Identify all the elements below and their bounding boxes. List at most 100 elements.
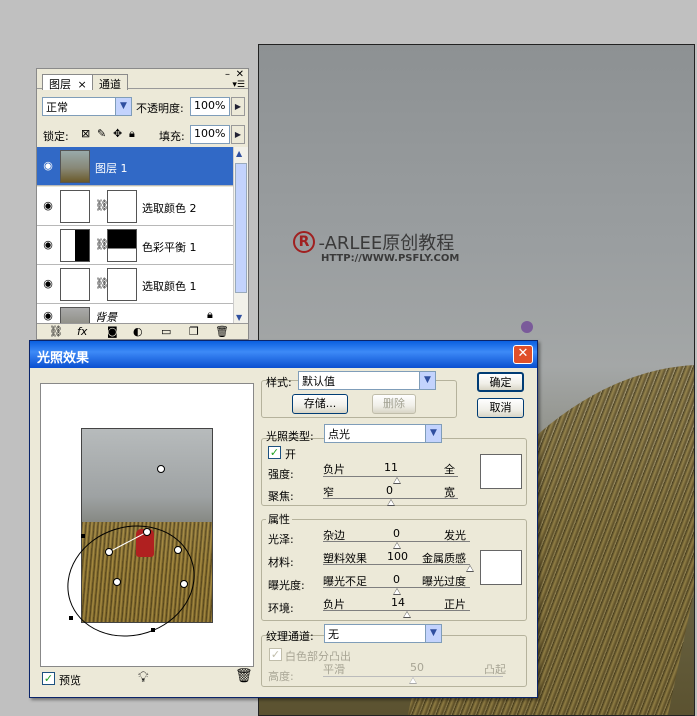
- ambience-slider-track[interactable]: [323, 610, 470, 611]
- material-slider-thumb[interactable]: [466, 565, 474, 572]
- ok-button[interactable]: 确定: [477, 372, 524, 392]
- panel-minimize-icon[interactable]: –: [225, 69, 230, 80]
- close-button[interactable]: ✕: [513, 345, 533, 364]
- eye-icon[interactable]: ◉: [40, 309, 56, 322]
- trash-icon[interactable]: 🗑︎: [215, 325, 229, 338]
- fill-arrow-icon[interactable]: ▶: [231, 125, 245, 144]
- fill-label: 填充:: [159, 130, 185, 143]
- bound-handle[interactable]: [69, 616, 73, 620]
- opacity-arrow-icon[interactable]: ▶: [231, 97, 245, 116]
- opacity-input[interactable]: 100%: [190, 97, 230, 116]
- scroll-down-icon[interactable]: ▼: [236, 313, 242, 322]
- panel-tabs: 图层 × 通道 – ✕ ▾☰: [37, 69, 248, 91]
- scroll-up-icon[interactable]: ▲: [236, 149, 242, 158]
- height-label: 高度:: [268, 670, 294, 683]
- eye-icon[interactable]: ◉: [40, 277, 56, 290]
- light-center-handle[interactable]: [143, 528, 151, 536]
- scroll-thumb[interactable]: [235, 163, 247, 293]
- texture-channel-select[interactable]: 无 ▼: [324, 624, 442, 643]
- eye-icon[interactable]: ◉: [40, 159, 56, 172]
- fx-icon[interactable]: fx: [77, 325, 87, 338]
- eye-icon[interactable]: ◉: [40, 199, 56, 212]
- exposure-slider-thumb[interactable]: [392, 588, 401, 595]
- intensity-min-label: 负片: [323, 463, 345, 476]
- ambience-slider-thumb[interactable]: [402, 611, 411, 618]
- gloss-value: 0: [393, 527, 400, 540]
- layer-row-layer1[interactable]: ◉ 图层 1: [37, 147, 235, 186]
- properties-label: 属性: [266, 511, 292, 527]
- material-slider-track[interactable]: [323, 564, 470, 565]
- color-balance-icon: [60, 229, 90, 262]
- new-layer-icon[interactable]: ❐: [189, 325, 199, 338]
- chevron-down-icon: ▼: [419, 372, 435, 389]
- light-source-handle[interactable]: [157, 465, 165, 473]
- watermark-url: HTTP://WWW.PSFLY.COM: [321, 253, 460, 264]
- height-value: 50: [410, 661, 424, 674]
- chevron-down-icon: ▼: [115, 98, 131, 115]
- layer-row-selective-color-1[interactable]: ◉ ⛓ 选取颜色 1: [37, 265, 235, 304]
- preview-label: 预览: [59, 674, 81, 687]
- light-on-checkbox[interactable]: ✓: [268, 446, 281, 459]
- height-slider-thumb[interactable]: [409, 677, 417, 684]
- focus-label: 聚焦:: [268, 490, 294, 503]
- add-mask-icon[interactable]: ◙: [107, 325, 118, 338]
- lock-all-icon[interactable]: 🔒︎: [129, 127, 135, 141]
- layer-row-selective-color-2[interactable]: ◉ ⛓ 选取颜色 2: [37, 187, 235, 226]
- light-type-select[interactable]: 点光 ▼: [324, 424, 442, 443]
- lock-move-icon[interactable]: ✥: [113, 127, 122, 140]
- adjustment-layer-icon[interactable]: ◐: [133, 325, 143, 338]
- lock-transparent-icon[interactable]: ⊠: [81, 127, 90, 140]
- light-bulb-icon[interactable]: 💡︎: [138, 668, 149, 686]
- intensity-slider-track[interactable]: [323, 476, 458, 477]
- link-layers-icon[interactable]: ⛓: [49, 325, 63, 338]
- preview-area[interactable]: [40, 383, 254, 667]
- white-high-checkbox[interactable]: ✓: [269, 648, 282, 661]
- tab-close-icon[interactable]: ×: [78, 78, 87, 91]
- bound-handle[interactable]: [81, 534, 85, 538]
- layer-thumbnail: [60, 307, 90, 323]
- chevron-down-icon: ▼: [425, 625, 441, 642]
- focus-value: 0: [386, 484, 393, 497]
- save-style-button[interactable]: 存储...: [292, 394, 348, 414]
- preview-checkbox[interactable]: ✓: [42, 672, 55, 685]
- adjustment-icon: [60, 268, 90, 301]
- light-color-swatch[interactable]: [480, 454, 522, 489]
- focus-slider-thumb[interactable]: [386, 499, 395, 506]
- lock-brush-icon[interactable]: ✎: [97, 127, 106, 140]
- light-edge-handle[interactable]: [113, 578, 121, 586]
- intensity-slider-thumb[interactable]: [393, 477, 402, 484]
- delete-style-button[interactable]: 删除: [372, 394, 416, 414]
- bound-handle[interactable]: [151, 628, 155, 632]
- opacity-label: 不透明度:: [136, 102, 184, 115]
- light-type-label: 光照类型:: [266, 430, 314, 443]
- texture-channel-value: 无: [328, 628, 339, 641]
- light-direction-handle[interactable]: [105, 548, 113, 556]
- layers-scrollbar[interactable]: ▲ ▼: [233, 147, 248, 324]
- light-type-value: 点光: [328, 428, 350, 441]
- opacity-value: 100%: [194, 99, 226, 112]
- layer-row-color-balance-1[interactable]: ◉ ⛓ 色彩平衡 1: [37, 226, 235, 265]
- trash-icon[interactable]: 🗑︎: [235, 668, 253, 684]
- light-edge-handle[interactable]: [180, 580, 188, 588]
- cancel-button[interactable]: 取消: [477, 398, 524, 418]
- fill-input[interactable]: 100%: [190, 125, 230, 144]
- gloss-slider-thumb[interactable]: [392, 542, 401, 549]
- style-select[interactable]: 默认值 ▼: [298, 371, 436, 390]
- panel-close-icon[interactable]: ✕: [236, 69, 244, 80]
- layer-name: 背景: [95, 311, 117, 324]
- light-edge-handle[interactable]: [174, 546, 182, 554]
- blend-row: 正常 ▼ 不透明度: 100% ▶: [37, 95, 248, 119]
- layer-mask-thumbnail: [107, 268, 137, 301]
- ambient-color-swatch[interactable]: [480, 550, 522, 585]
- eye-icon[interactable]: ◉: [40, 238, 56, 251]
- layer-row-background[interactable]: ◉ 背景 🔒︎: [37, 304, 235, 324]
- new-group-icon[interactable]: ▭: [161, 325, 171, 338]
- panel-menu-icon[interactable]: ▾☰: [232, 80, 245, 90]
- tab-layers[interactable]: 图层 ×: [42, 74, 94, 91]
- blend-mode-select[interactable]: 正常 ▼: [42, 97, 132, 116]
- watermark: R -ARLEE原创教程 HTTP://WWW.PSFLY.COM: [293, 229, 459, 264]
- lock-icon: 🔒︎: [207, 308, 213, 321]
- tab-channels[interactable]: 通道: [92, 74, 128, 91]
- adjustment-icon: [60, 190, 90, 223]
- dialog-titlebar[interactable]: 光照效果: [30, 341, 537, 368]
